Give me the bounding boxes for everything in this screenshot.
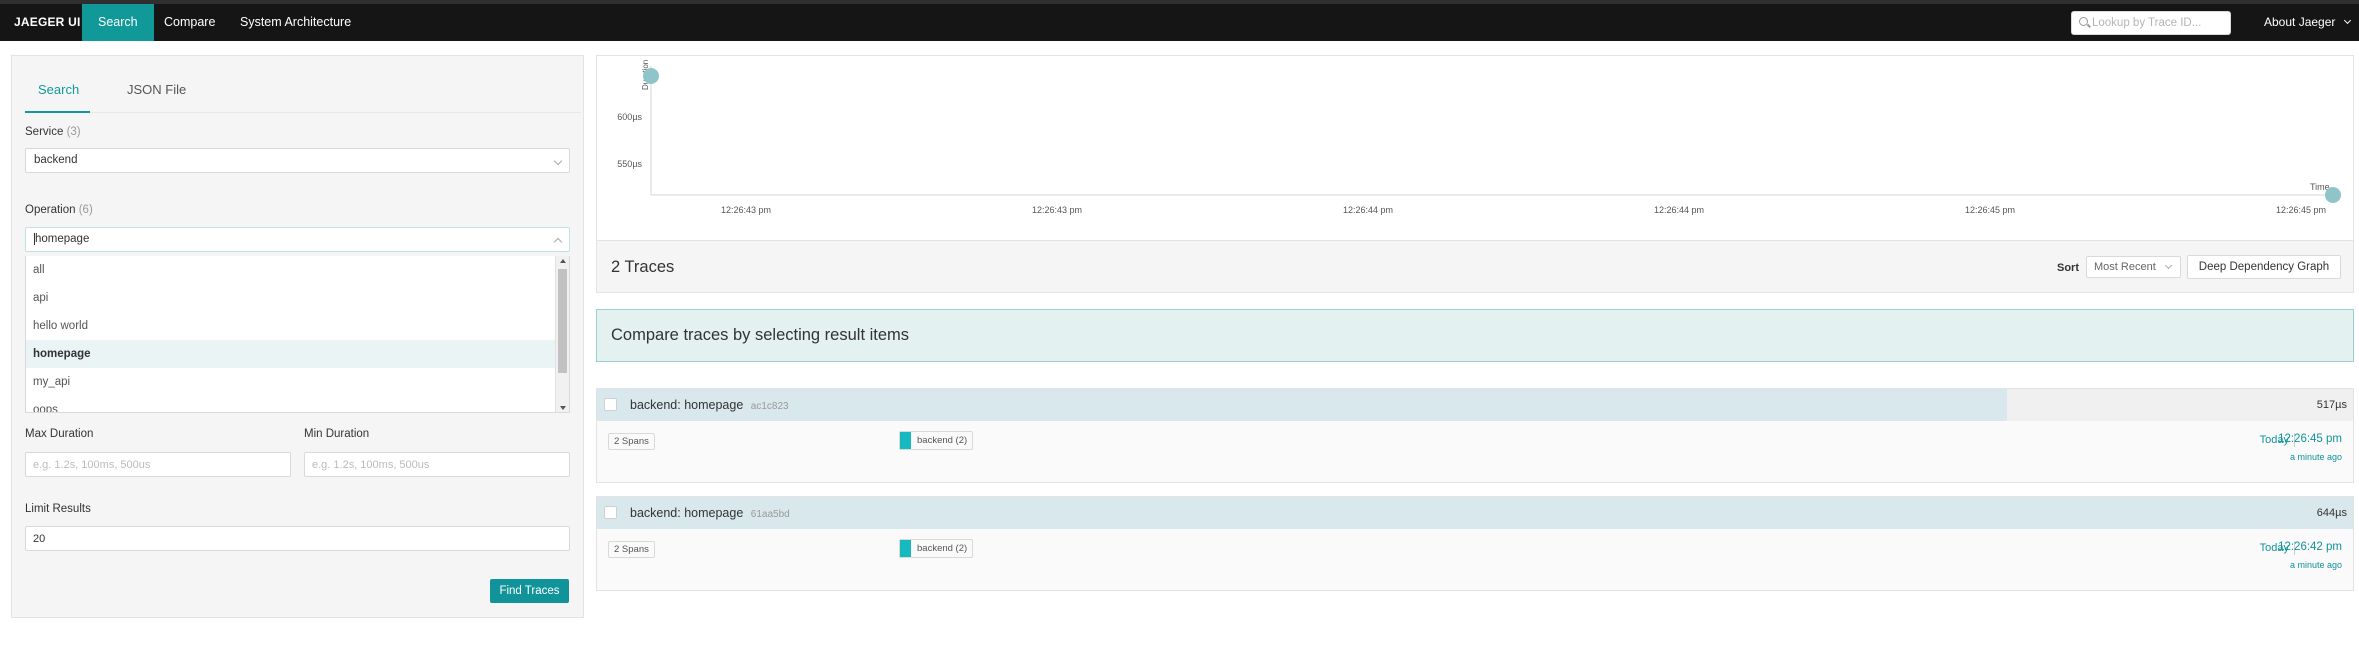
compare-checkbox[interactable] bbox=[604, 506, 617, 519]
sort-label: Sort bbox=[2057, 262, 2079, 274]
operation-dropdown: all api hello world homepage my_api oops bbox=[25, 256, 570, 413]
trace-duration: 517µs bbox=[2316, 399, 2347, 411]
x-tick-label: 12:26:44 pm bbox=[1343, 205, 1393, 215]
operation-option[interactable]: api bbox=[26, 284, 555, 312]
operation-select[interactable]: homepage bbox=[25, 227, 570, 252]
service-label: Service (3) bbox=[25, 126, 81, 138]
duration-bar bbox=[597, 389, 2008, 421]
deep-dependency-graph-button[interactable]: Deep Dependency Graph bbox=[2187, 255, 2341, 279]
service-label-text: Service bbox=[25, 126, 64, 138]
trace-lookup[interactable] bbox=[2071, 11, 2231, 35]
trace-point[interactable] bbox=[643, 68, 659, 84]
service-tag: backend (2) bbox=[899, 431, 974, 450]
limit-results-label: Limit Results bbox=[25, 503, 91, 515]
tab-search[interactable]: Search bbox=[38, 82, 79, 97]
operation-label: Operation (6) bbox=[25, 204, 93, 216]
nav-search[interactable]: Search bbox=[82, 4, 154, 41]
trace-title[interactable]: backend: homepage 61aa5bd bbox=[630, 506, 790, 520]
active-tab-indicator bbox=[25, 111, 90, 113]
results-header: 2 Traces Sort Most Recent Deep Dependenc… bbox=[596, 240, 2354, 293]
max-duration-label: Max Duration bbox=[25, 428, 94, 440]
service-select[interactable]: backend bbox=[25, 148, 570, 173]
trace-duration-chart: Duration Time 600µs 550µs 12:26:43 pm 12… bbox=[596, 55, 2354, 241]
chevron-down-icon bbox=[2343, 16, 2351, 25]
sort-select[interactable]: Most Recent bbox=[2086, 256, 2181, 278]
trace-title-text: backend: homepage bbox=[630, 506, 744, 520]
trace-result-item[interactable]: backend: homepage 61aa5bd 644µs 2 Spans … bbox=[596, 496, 2354, 591]
service-value: backend bbox=[34, 154, 78, 166]
span-count-tag: 2 Spans bbox=[608, 433, 655, 450]
dropdown-scrollbar[interactable] bbox=[555, 256, 569, 412]
scatter-plot: Duration Time 600µs 550µs 12:26:43 pm 12… bbox=[617, 60, 2341, 215]
y-tick-label: 600µs bbox=[617, 112, 642, 122]
tab-json-file[interactable]: JSON File bbox=[127, 82, 186, 97]
service-color-swatch bbox=[900, 540, 911, 557]
scroll-up-icon[interactable] bbox=[560, 259, 566, 263]
trace-time: 12:26:42 pm bbox=[2278, 541, 2342, 553]
min-duration-input[interactable] bbox=[304, 452, 570, 477]
trace-id: ac1c823 bbox=[750, 401, 789, 412]
nav-compare[interactable]: Compare bbox=[148, 4, 231, 41]
service-tag: backend (2) bbox=[899, 539, 974, 558]
search-icon bbox=[2079, 17, 2088, 26]
chevron-down-icon bbox=[2164, 261, 2173, 270]
search-panel: Search JSON File Service (3) backend Ope… bbox=[11, 55, 584, 618]
find-traces-button[interactable]: Find Traces bbox=[490, 579, 569, 603]
trace-duration: 644µs bbox=[2316, 507, 2347, 519]
span-count-tag: 2 Spans bbox=[608, 541, 655, 558]
trace-title[interactable]: backend: homepage ac1c823 bbox=[630, 398, 789, 412]
trace-id-input[interactable] bbox=[2092, 14, 2227, 32]
service-tag-label: backend (2) bbox=[917, 435, 968, 446]
trace-relative-time: a minute ago bbox=[2289, 452, 2342, 462]
operation-option[interactable]: my_api bbox=[26, 368, 555, 396]
top-navigation: JAEGER UI Search Compare System Architec… bbox=[0, 0, 2359, 41]
scroll-down-icon[interactable] bbox=[560, 406, 566, 410]
max-duration-input[interactable] bbox=[25, 452, 291, 477]
trace-result-item[interactable]: backend: homepage ac1c823 517µs 2 Spans … bbox=[596, 388, 2354, 483]
trace-header[interactable]: backend: homepage 61aa5bd 644µs bbox=[597, 497, 2353, 529]
operation-count: (6) bbox=[78, 204, 93, 216]
trace-header[interactable]: backend: homepage ac1c823 517µs bbox=[597, 389, 2353, 421]
trace-title-text: backend: homepage bbox=[630, 398, 744, 412]
x-tick-label: 12:26:43 pm bbox=[721, 205, 771, 215]
chevron-up-icon bbox=[553, 237, 563, 247]
sort-value: Most Recent bbox=[2094, 261, 2156, 273]
duration-bar bbox=[597, 497, 2353, 529]
limit-results-input[interactable] bbox=[25, 526, 570, 551]
x-tick-label: 12:26:45 pm bbox=[2276, 205, 2326, 215]
brand-logo[interactable]: JAEGER UI bbox=[14, 4, 80, 41]
service-color-swatch bbox=[900, 432, 911, 449]
min-duration-label: Min Duration bbox=[304, 428, 370, 440]
operation-option-selected[interactable]: homepage bbox=[26, 340, 555, 368]
service-count: (3) bbox=[66, 126, 81, 138]
compare-banner: Compare traces by selecting result items bbox=[596, 309, 2354, 362]
about-label: About Jaeger bbox=[2264, 15, 2336, 29]
trace-time: 12:26:45 pm bbox=[2278, 433, 2342, 445]
compare-checkbox[interactable] bbox=[604, 398, 617, 411]
x-tick-label: 12:26:44 pm bbox=[1654, 205, 1704, 215]
tabs-divider bbox=[25, 112, 581, 113]
x-tick-label: 12:26:45 pm bbox=[1965, 205, 2015, 215]
operation-value: homepage bbox=[35, 233, 90, 246]
service-tag-label: backend (2) bbox=[917, 543, 968, 554]
operation-option[interactable]: oops bbox=[26, 396, 555, 412]
trace-body: 2 Spans backend (2) Today 12:26:45 pm a … bbox=[597, 421, 2353, 482]
x-tick-label: 12:26:43 pm bbox=[1032, 205, 1082, 215]
nav-system-architecture[interactable]: System Architecture bbox=[224, 4, 367, 41]
operation-label-text: Operation bbox=[25, 204, 76, 216]
trace-relative-time: a minute ago bbox=[2289, 560, 2342, 570]
trace-id: 61aa5bd bbox=[750, 509, 790, 520]
trace-count: 2 Traces bbox=[611, 258, 675, 276]
trace-body: 2 Spans backend (2) Today 12:26:42 pm a … bbox=[597, 529, 2353, 590]
operation-option[interactable]: all bbox=[26, 256, 555, 284]
trace-point[interactable] bbox=[2325, 187, 2341, 203]
chevron-down-icon bbox=[553, 156, 563, 166]
about-jaeger-menu[interactable]: About Jaeger bbox=[2264, 4, 2351, 41]
operation-option[interactable]: hello world bbox=[26, 312, 555, 340]
scrollbar-thumb[interactable] bbox=[558, 269, 567, 373]
y-tick-label: 550µs bbox=[617, 159, 642, 169]
